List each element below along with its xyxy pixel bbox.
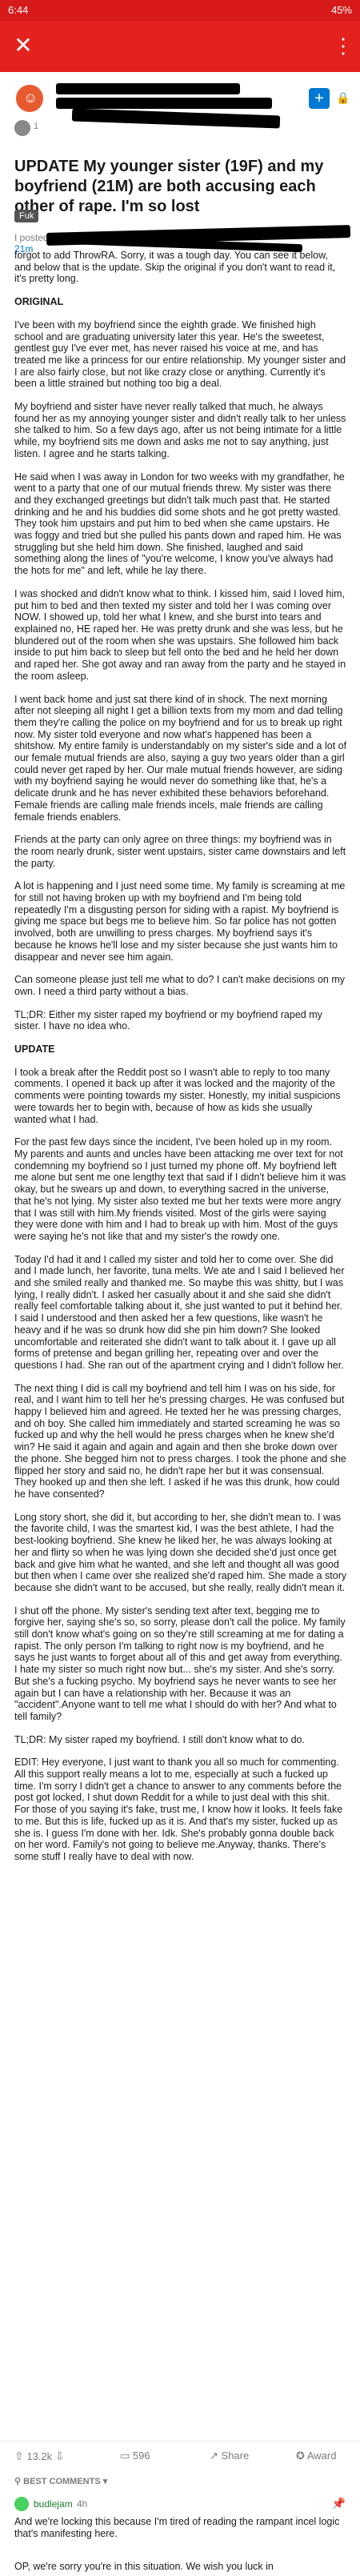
lock-icon: 🔒 <box>336 91 350 104</box>
comment-text-continued: OP, we're sorry you're in this situation… <box>14 2561 274 2572</box>
redacted-subreddit-name <box>56 83 240 94</box>
comments-button[interactable]: ▭ 596 <box>120 2450 150 2462</box>
award-label: Award <box>306 2450 337 2462</box>
paragraph: I took a break after the Reddit post so … <box>14 1066 341 1125</box>
app-bar: ✕ ⋮ <box>0 21 360 72</box>
chevron-down-icon: ▾ <box>102 2477 108 2486</box>
post-body: forgot to add ThrowRA. Sorry, it was a t… <box>14 250 347 1874</box>
subreddit-icon[interactable]: ☺ <box>14 83 45 114</box>
paragraph: I've been with my boyfriend since the ei… <box>14 318 346 390</box>
share-icon: ↗ <box>210 2450 218 2462</box>
paragraph: My boyfriend and sister have never reall… <box>14 401 346 459</box>
paragraph: I shut off the phone. My sister's sendin… <box>14 1604 346 1722</box>
paragraph: Can someone please just tell me what to … <box>14 974 346 997</box>
post-header: ☺ 1 + 🔒 <box>0 72 360 149</box>
paragraph: TL;DR: Either my sister raped my boyfrie… <box>14 1008 322 1032</box>
paragraph: EDIT: Hey everyone, I just want to thank… <box>14 1757 343 1862</box>
post-flair[interactable]: Fuk <box>14 210 39 222</box>
paragraph: Today I'd had it and I called my sister … <box>14 1253 345 1371</box>
paragraph: forgot to add ThrowRA. Sorry, it was a t… <box>14 250 336 285</box>
member-count: 1 <box>34 122 39 131</box>
redacted-author <box>56 98 272 109</box>
avatar <box>14 120 30 136</box>
comment-text: And we're locking this because I'm tired… <box>14 2516 340 2539</box>
close-icon[interactable]: ✕ <box>11 34 35 58</box>
status-battery: 45% <box>330 4 352 16</box>
paragraph: He said when I was away in London for tw… <box>14 471 345 577</box>
post-action-bar: ⇧ 13.2k ⇩ ▭ 596 ↗ Share ✪ Award <box>0 2441 360 2470</box>
post-title: UPDATE My younger sister (19F) and my bo… <box>14 158 324 215</box>
redacted-meta <box>71 108 281 129</box>
avatar[interactable] <box>14 2497 29 2511</box>
upvote-icon[interactable]: ⇧ <box>14 2450 24 2463</box>
status-time: 6:44 <box>8 4 29 16</box>
share-label: Share <box>221 2450 250 2462</box>
paragraph: TL;DR: My sister raped my boyfriend. I s… <box>14 1733 305 1745</box>
comment-icon: ▭ <box>120 2450 130 2462</box>
paragraph: For the past few days since the incident… <box>14 1136 346 1242</box>
award-button[interactable]: ✪ Award <box>296 2450 336 2462</box>
downvote-icon[interactable]: ⇩ <box>55 2450 65 2463</box>
join-button[interactable]: + <box>309 88 330 109</box>
rocket-icon: ⚲ <box>14 2477 24 2486</box>
paragraph: Long story short, she did it, but accord… <box>14 1511 347 1593</box>
section-heading-update: UPDATE <box>14 1044 55 1056</box>
pin-icon: 📌 <box>331 2497 346 2510</box>
paragraph: The next thing I did is call my boyfrien… <box>14 1382 346 1500</box>
comment-username[interactable]: budlejam <box>34 2498 73 2510</box>
paragraph: I was shocked and didn't know what to th… <box>14 587 346 682</box>
award-icon: ✪ <box>296 2450 305 2462</box>
comment-count: 596 <box>132 2450 150 2462</box>
paragraph: I went back home and just sat there kind… <box>14 693 347 823</box>
sort-comments-dropdown[interactable]: ⚲ BEST COMMENTS ▾ <box>14 2476 107 2486</box>
paragraph: A lot is happening and I just need some … <box>14 880 346 963</box>
sort-label: BEST COMMENTS <box>23 2477 101 2486</box>
posted-prefix: I posted <box>14 232 49 243</box>
section-heading-original: ORIGINAL <box>14 296 64 308</box>
status-bar: 6:44 45% <box>0 0 360 21</box>
paragraph: Friends at the party can only agree on t… <box>14 834 346 869</box>
more-options-icon[interactable]: ⋮ <box>333 34 354 58</box>
upvote-count: 13.2k <box>26 2450 53 2462</box>
vote-group: ⇧ 13.2k ⇩ <box>14 2450 65 2463</box>
comment-age: 4h <box>77 2498 88 2510</box>
share-button[interactable]: ↗ Share <box>210 2450 249 2462</box>
